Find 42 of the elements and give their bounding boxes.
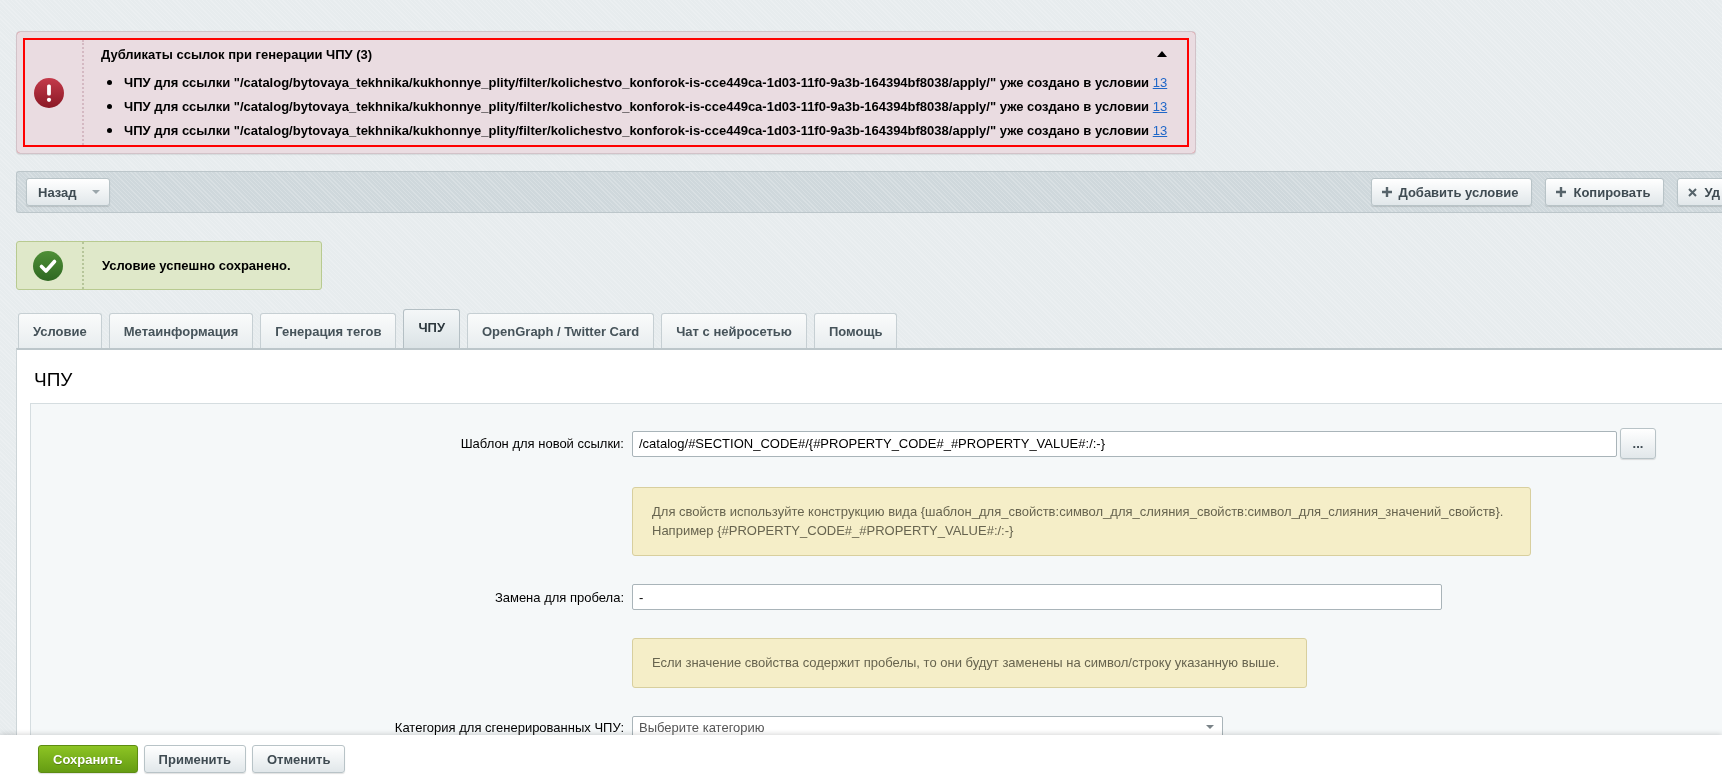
- tab[interactable]: Условие: [18, 313, 102, 348]
- add-condition-button[interactable]: Добавить условие: [1370, 178, 1533, 206]
- back-button[interactable]: Назад: [26, 178, 110, 206]
- tab[interactable]: Чат с нейросетью: [661, 313, 807, 348]
- condition-link[interactable]: 13: [1152, 98, 1168, 114]
- hint-text: Если значение свойства содержит пробелы, то они будут заменены на символ/строку указанную выше.: [632, 638, 1308, 688]
- caret-up-icon[interactable]: [1157, 51, 1168, 57]
- category-select[interactable]: Выберите категорию: [632, 716, 1223, 738]
- error-message: ЧПУ для ссылки "/catalog/bytovaya_tekhnika/kukhonnye_plity/filter/kolichestvo_konforok-is-cce449ca-1d03-11f0-9a3b-164394bf8038/apply/" уже создано в условии 13: [124, 74, 1168, 90]
- copy-button[interactable]: Копировать: [1545, 178, 1665, 206]
- alert-icon: [34, 77, 64, 108]
- bullet-icon: [107, 127, 112, 133]
- text-input[interactable]: -: [632, 584, 1442, 610]
- caret-down-icon: [91, 190, 100, 194]
- browse-button[interactable]: ...: [1620, 428, 1656, 459]
- tab[interactable]: Помощь: [813, 313, 898, 348]
- tab[interactable]: ЧПУ: [403, 309, 460, 348]
- section-title: ЧПУ: [34, 369, 73, 391]
- apply-button[interactable]: Применить: [143, 745, 246, 773]
- field-label: Шаблон для новой ссылки:: [459, 436, 624, 451]
- text-input[interactable]: /catalog/#SECTION_CODE#/{#PROPERTY_CODE#_#PROPERTY_VALUE#:/:-}: [632, 430, 1617, 457]
- bullet-icon: [107, 103, 112, 109]
- field-label: Замена для пробела:: [493, 589, 624, 605]
- tab[interactable]: Метаинформация: [108, 313, 254, 348]
- x-icon: [1688, 187, 1698, 197]
- field-label: Категория для сгенерированных ЧПУ:: [393, 719, 624, 735]
- condition-link[interactable]: 13: [1152, 74, 1168, 90]
- delete-button[interactable]: Уд: [1677, 178, 1722, 206]
- cancel-button[interactable]: Отменить: [251, 745, 346, 773]
- error-title: Дубликаты ссылок при генерации ЧПУ (3): [101, 46, 373, 62]
- condition-link[interactable]: 13: [1152, 122, 1168, 138]
- bullet-icon: [107, 79, 112, 85]
- error-message: ЧПУ для ссылки "/catalog/bytovaya_tekhnika/kukhonnye_plity/filter/kolichestvo_konforok-is-cce449ca-1d03-11f0-9a3b-164394bf8038/apply/" уже создано в условии 13: [124, 122, 1168, 138]
- plus-icon: [1381, 187, 1392, 197]
- plus-icon: [1556, 187, 1567, 197]
- hint-text: Для свойств используйте конструкцию вида {шаблон_для_свойств:символ_для_слияния_свойств:символ_для_слияния_значений_свойств}. Например {#PROPERTY_CODE#_#PROPERTY_VALUE#:/:-}: [632, 487, 1532, 556]
- tab[interactable]: OpenGraph / Twitter Card: [467, 313, 655, 348]
- success-message: Условие успешно сохранено.: [102, 258, 291, 273]
- caret-down-icon: [1206, 725, 1214, 729]
- check-icon: [33, 250, 63, 281]
- tab[interactable]: Генерация тегов: [260, 313, 397, 348]
- error-message: ЧПУ для ссылки "/catalog/bytovaya_tekhnika/kukhonnye_plity/filter/kolichestvo_konforok-is-cce449ca-1d03-11f0-9a3b-164394bf8038/apply/" уже создано в условии 13: [124, 98, 1168, 114]
